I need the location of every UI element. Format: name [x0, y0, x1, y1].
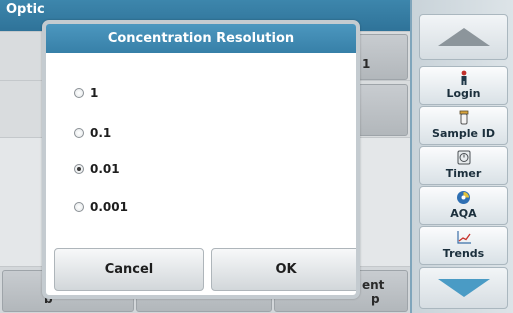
option-label: 0.1 — [90, 126, 112, 140]
triangle-down-icon — [437, 279, 490, 297]
options-bottom-frag-2: p — [371, 292, 380, 306]
sidebar-item-trends[interactable]: Trends — [419, 226, 508, 265]
radio-button[interactable] — [74, 88, 84, 98]
option-0-1[interactable]: 0.1 — [74, 123, 111, 143]
ok-button[interactable]: OK — [211, 248, 356, 291]
aqa-icon — [420, 190, 507, 205]
person-icon — [420, 70, 507, 85]
options-row-value: 1 — [362, 57, 371, 71]
scroll-down-button[interactable] — [419, 267, 508, 309]
sidebar-item-timer[interactable]: Timer — [419, 146, 508, 185]
sidebar-item-timer-label: Timer — [445, 167, 482, 180]
options-bottom-frag-1: ent — [362, 278, 385, 292]
radio-button-selected[interactable] — [74, 164, 84, 174]
radio-button[interactable] — [74, 128, 84, 138]
sidebar-item-sample-id[interactable]: Sample ID — [419, 106, 508, 145]
option-label: 1 — [90, 86, 99, 100]
cancel-button[interactable]: Cancel — [54, 248, 204, 291]
option-label: 0.01 — [90, 162, 120, 176]
triangle-up-icon — [437, 28, 490, 46]
radio-button[interactable] — [74, 202, 84, 212]
options-tile-mid[interactable] — [358, 84, 408, 136]
option-0-001[interactable]: 0.001 — [74, 197, 128, 217]
screen: Optic 1 ent p b Login Sample ID Timer AQ… — [0, 0, 513, 313]
sidebar-item-aqa-label: AQA — [450, 207, 477, 220]
scroll-up-button[interactable] — [419, 14, 508, 60]
option-label: 0.001 — [90, 200, 128, 214]
sidebar-item-login-label: Login — [446, 87, 481, 100]
sidebar-item-trends-label: Trends — [442, 247, 485, 260]
options-title: Optic — [6, 2, 45, 17]
sidebar-item-login[interactable]: Login — [419, 66, 508, 105]
sidebar: Login Sample ID Timer AQA Trends — [410, 0, 513, 313]
option-1[interactable]: 1 — [74, 83, 98, 103]
dialog-title: Concentration Resolution — [46, 24, 356, 53]
trend-chart-icon — [420, 230, 507, 245]
option-0-01[interactable]: 0.01 — [74, 159, 120, 179]
vial-icon — [420, 110, 507, 125]
concentration-resolution-dialog: Concentration Resolution 1 0.1 0.01 0.00… — [42, 20, 360, 299]
sidebar-item-sample-id-label: Sample ID — [432, 127, 495, 140]
timer-icon — [420, 150, 507, 165]
sidebar-item-aqa[interactable]: AQA — [419, 186, 508, 225]
